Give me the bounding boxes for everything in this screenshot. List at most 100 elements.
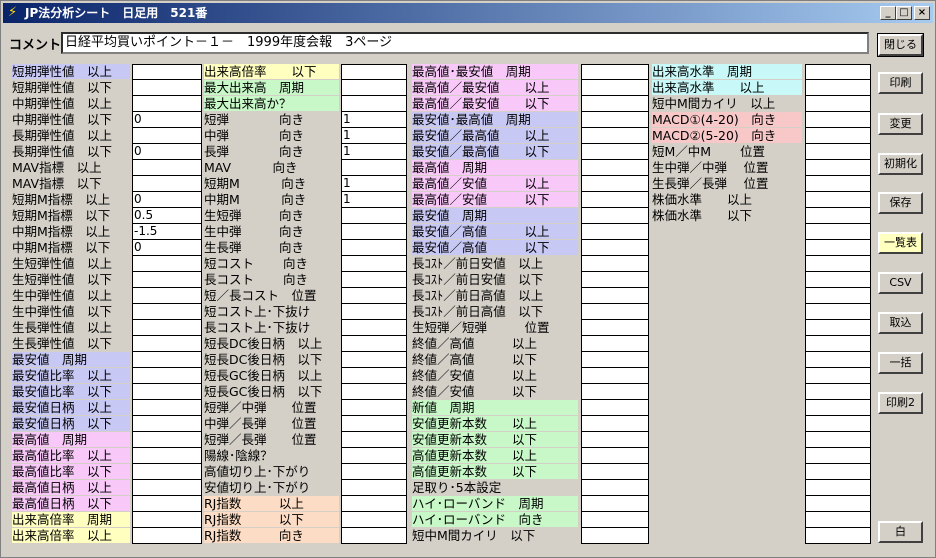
close-window-button[interactable]: × [914,6,930,20]
condition-value-field[interactable] [805,176,871,192]
condition-value-field[interactable] [581,464,649,480]
condition-value-field[interactable] [341,208,407,224]
condition-value-field[interactable]: 1 [341,144,407,160]
condition-value-field[interactable] [341,480,407,496]
list-button[interactable]: 一覧表 [878,232,923,254]
condition-value-field[interactable] [805,80,871,96]
condition-value-field[interactable] [341,64,407,80]
condition-value-field[interactable] [581,352,649,368]
condition-value-field[interactable] [341,224,407,240]
change-button[interactable]: 変更 [878,113,923,135]
condition-value-field[interactable]: 0 [132,192,202,208]
condition-value-field[interactable] [581,160,649,176]
condition-value-field[interactable] [805,208,871,224]
condition-value-field[interactable] [132,512,202,528]
condition-value-field[interactable]: 0 [132,144,202,160]
condition-value-field[interactable] [132,288,202,304]
condition-value-field[interactable] [132,384,202,400]
condition-value-field[interactable] [132,176,202,192]
condition-value-field[interactable] [341,320,407,336]
condition-value-field[interactable] [132,80,202,96]
condition-value-field[interactable] [341,496,407,512]
condition-value-field[interactable] [581,272,649,288]
condition-value-field[interactable]: -1.5 [132,224,202,240]
condition-value-field[interactable] [805,256,871,272]
condition-value-field[interactable] [581,400,649,416]
condition-value-field[interactable] [132,368,202,384]
condition-value-field[interactable] [805,352,871,368]
condition-value-field[interactable] [581,384,649,400]
condition-value-field[interactable]: 0.5 [132,208,202,224]
condition-value-field[interactable] [341,432,407,448]
condition-value-field[interactable] [805,288,871,304]
condition-value-field[interactable] [581,528,649,544]
condition-value-field[interactable] [341,304,407,320]
condition-value-field[interactable] [805,224,871,240]
condition-value-field[interactable] [132,128,202,144]
condition-value-field[interactable] [581,416,649,432]
condition-value-field[interactable]: 1 [341,128,407,144]
print-button[interactable]: 印刷 [878,72,923,94]
condition-value-field[interactable] [132,160,202,176]
condition-value-field[interactable] [341,352,407,368]
condition-value-field[interactable] [341,416,407,432]
condition-value-field[interactable] [805,512,871,528]
condition-value-field[interactable] [341,240,407,256]
condition-value-field[interactable] [805,448,871,464]
condition-value-field[interactable] [581,144,649,160]
condition-value-field[interactable] [132,496,202,512]
condition-value-field[interactable] [805,400,871,416]
condition-value-field[interactable]: 0 [132,112,202,128]
condition-value-field[interactable] [132,96,202,112]
condition-value-field[interactable] [581,112,649,128]
condition-value-field[interactable] [341,512,407,528]
condition-value-field[interactable] [581,320,649,336]
condition-value-field[interactable] [805,112,871,128]
condition-value-field[interactable] [805,144,871,160]
condition-value-field[interactable] [581,192,649,208]
condition-value-field[interactable] [341,336,407,352]
condition-value-field[interactable] [581,304,649,320]
condition-value-field[interactable] [341,384,407,400]
condition-value-field[interactable] [132,320,202,336]
condition-value-field[interactable] [132,480,202,496]
condition-value-field[interactable] [132,448,202,464]
comment-input[interactable]: 日経平均買いポイント－１－ 1999年度会報 3ページ [61,32,869,54]
condition-value-field[interactable] [132,304,202,320]
condition-value-field[interactable] [132,416,202,432]
condition-value-field[interactable]: 0 [132,240,202,256]
condition-value-field[interactable] [341,464,407,480]
white-button[interactable]: 白 [878,521,923,543]
condition-value-field[interactable] [805,320,871,336]
condition-value-field[interactable] [341,96,407,112]
condition-value-field[interactable] [581,64,649,80]
condition-value-field[interactable] [805,96,871,112]
condition-value-field[interactable] [341,400,407,416]
condition-value-field[interactable] [581,448,649,464]
condition-value-field[interactable] [805,528,871,544]
condition-value-field[interactable] [581,368,649,384]
condition-value-field[interactable] [581,496,649,512]
condition-value-field[interactable] [341,272,407,288]
save-button[interactable]: 保存 [878,192,923,214]
condition-value-field[interactable] [341,256,407,272]
condition-value-field[interactable] [805,64,871,80]
condition-value-field[interactable] [341,288,407,304]
condition-value-field[interactable] [341,368,407,384]
condition-value-field[interactable] [581,240,649,256]
condition-value-field[interactable] [805,480,871,496]
condition-value-field[interactable] [805,192,871,208]
condition-value-field[interactable] [581,80,649,96]
condition-value-field[interactable] [581,336,649,352]
condition-value-field[interactable] [805,432,871,448]
close-button[interactable]: 閉じる [877,33,924,57]
condition-value-field[interactable] [132,528,202,544]
condition-value-field[interactable] [132,272,202,288]
initialize-button[interactable]: 初期化 [878,153,923,175]
import-button[interactable]: 取込 [878,312,923,334]
condition-value-field[interactable] [341,160,407,176]
condition-value-field[interactable] [805,416,871,432]
condition-value-field[interactable] [341,80,407,96]
condition-value-field[interactable] [132,464,202,480]
condition-value-field[interactable]: 1 [341,176,407,192]
